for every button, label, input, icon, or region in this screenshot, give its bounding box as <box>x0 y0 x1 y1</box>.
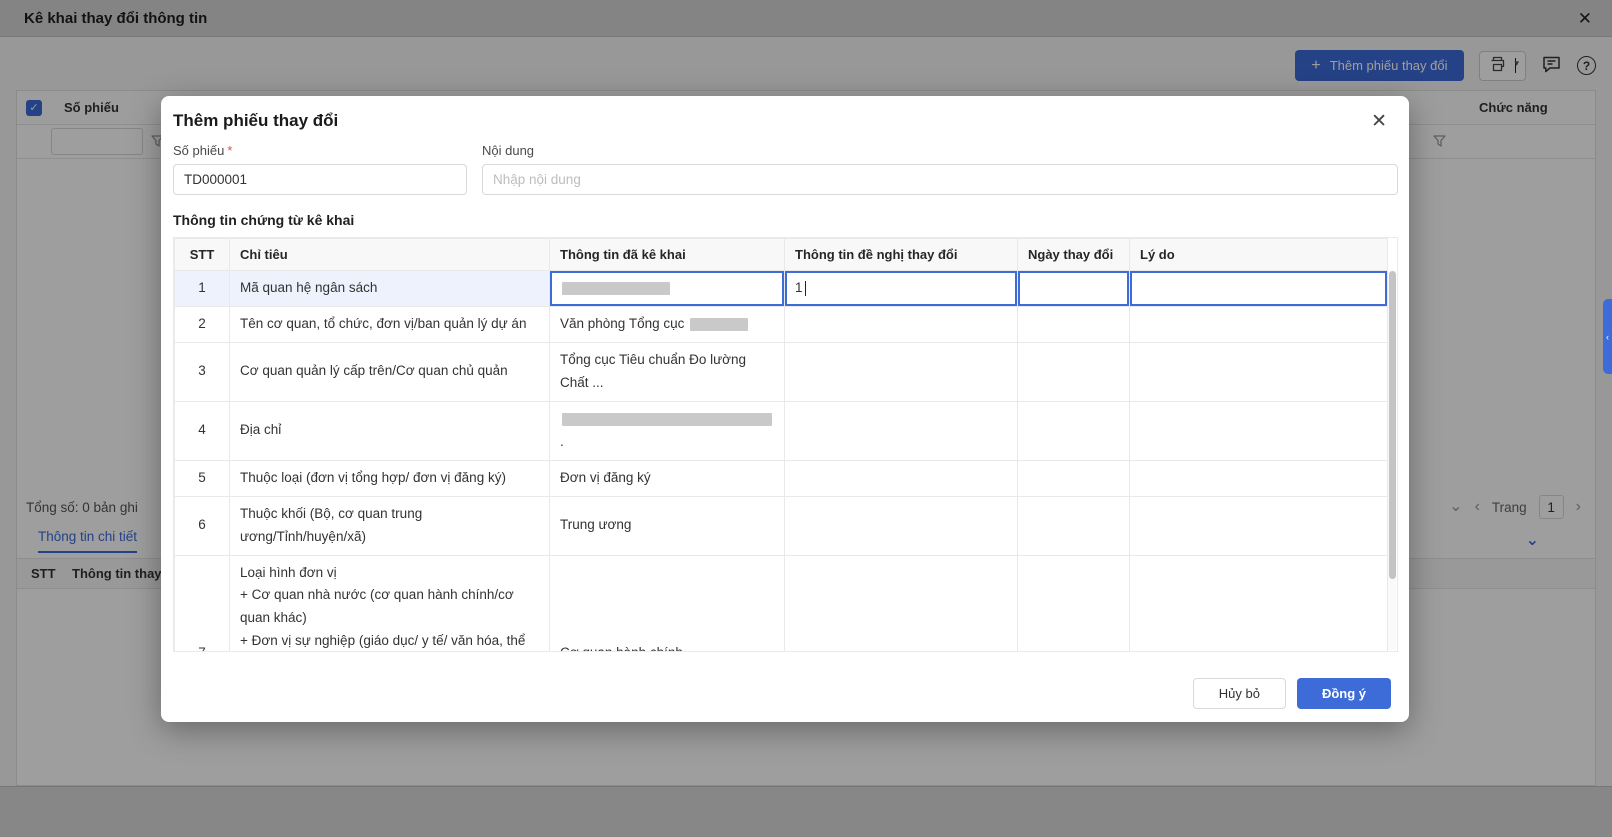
cell-declared: . <box>550 401 785 460</box>
text-caret <box>805 281 807 296</box>
row-stt: 6 <box>175 496 230 555</box>
cell-change-date[interactable] <box>1018 496 1130 555</box>
cell-declared[interactable] <box>550 271 785 307</box>
row-criterion: Địa chỉ <box>230 401 550 460</box>
declaration-row: 7Loại hình đơn vị + Cơ quan nhà nước (cơ… <box>175 555 1388 652</box>
cell-proposed[interactable] <box>785 496 1018 555</box>
cell-reason[interactable] <box>1130 401 1388 460</box>
declaration-row: 2Tên cơ quan, tổ chức, đơn vị/ban quản l… <box>175 307 1388 343</box>
row-stt: 1 <box>175 271 230 307</box>
section-title: Thông tin chứng từ kê khai <box>161 195 1409 237</box>
cell-reason[interactable] <box>1130 555 1388 652</box>
row-stt: 7 <box>175 555 230 652</box>
required-asterisk: * <box>227 143 232 158</box>
declaration-table: STTChỉ tiêuThông tin đã kê khaiThông tin… <box>174 238 1388 652</box>
so-phieu-label: Số phiếu* <box>173 143 467 158</box>
noi-dung-input[interactable] <box>482 164 1398 195</box>
ok-button[interactable]: Đồng ý <box>1297 678 1391 709</box>
declaration-row: 1Mã quan hệ ngân sách1 <box>175 271 1388 307</box>
declared-text: Trung ương <box>560 517 631 532</box>
change-date-input[interactable] <box>1018 271 1129 306</box>
declared-text: Cơ quan hành chính <box>560 645 683 652</box>
cell-reason[interactable] <box>1130 342 1388 401</box>
cell-declared: Trung ương <box>550 496 785 555</box>
redacted-text <box>562 282 670 295</box>
cancel-button[interactable]: Hủy bỏ <box>1193 678 1286 709</box>
add-change-form-modal: Thêm phiếu thay đổi ✕ Số phiếu* Nội dung… <box>161 96 1409 722</box>
modal-fields: Số phiếu* Nội dung <box>161 131 1409 195</box>
declaration-col-header: Chỉ tiêu <box>230 239 550 271</box>
cell-declared: Văn phòng Tổng cục <box>550 307 785 343</box>
cell-change-date[interactable] <box>1018 460 1130 496</box>
modal-header: Thêm phiếu thay đổi ✕ <box>161 96 1409 131</box>
declaration-col-header: Ngày thay đổi <box>1018 239 1130 271</box>
cell-proposed[interactable] <box>785 401 1018 460</box>
modal-title: Thêm phiếu thay đổi <box>173 111 338 131</box>
declared-text: . <box>560 434 564 449</box>
proposed-input[interactable]: 1 <box>785 271 1017 306</box>
table-scrollbar[interactable] <box>1388 271 1396 650</box>
declared-text: Văn phòng Tổng cục <box>560 316 688 331</box>
so-phieu-input[interactable] <box>173 164 467 195</box>
row-criterion: Cơ quan quản lý cấp trên/Cơ quan chủ quả… <box>230 342 550 401</box>
scrollbar-thumb[interactable] <box>1389 271 1396 579</box>
app-viewport: Kê khai thay đổi thông tin ✕ + Thêm phiế… <box>0 0 1612 837</box>
row-criterion: Thuộc khối (Bộ, cơ quan trung ương/Tỉnh/… <box>230 496 550 555</box>
noi-dung-field: Nội dung <box>482 143 1398 195</box>
cell-proposed[interactable] <box>785 342 1018 401</box>
row-criterion: Loại hình đơn vị + Cơ quan nhà nước (cơ … <box>230 555 550 652</box>
cell-change-date[interactable] <box>1018 401 1130 460</box>
cell-change-date[interactable] <box>1018 342 1130 401</box>
declaration-row: 5Thuộc loại (đơn vị tổng hợp/ đơn vị đăn… <box>175 460 1388 496</box>
cell-reason[interactable] <box>1130 496 1388 555</box>
cell-proposed[interactable] <box>785 307 1018 343</box>
row-stt: 4 <box>175 401 230 460</box>
row-criterion: Thuộc loại (đơn vị tổng hợp/ đơn vị đăng… <box>230 460 550 496</box>
cell-proposed[interactable] <box>785 555 1018 652</box>
redacted-text <box>690 318 748 331</box>
row-criterion: Tên cơ quan, tổ chức, đơn vị/ban quản lý… <box>230 307 550 343</box>
row-stt: 3 <box>175 342 230 401</box>
collapse-panel-handle[interactable]: ‹ <box>1603 299 1612 374</box>
cell-change-date[interactable] <box>1018 307 1130 343</box>
cell-declared: Đơn vị đăng ký <box>550 460 785 496</box>
declaration-table-wrap: STTChỉ tiêuThông tin đã kê khaiThông tin… <box>173 237 1398 652</box>
proposed-value: 1 <box>795 277 803 300</box>
reason-input[interactable] <box>1130 271 1387 306</box>
cell-reason[interactable] <box>1130 460 1388 496</box>
row-criterion: Mã quan hệ ngân sách <box>230 271 550 307</box>
cell-reason[interactable] <box>1130 307 1388 343</box>
redacted-text <box>562 413 772 426</box>
declaration-col-header: Thông tin đã kê khai <box>550 239 785 271</box>
cell-proposed[interactable] <box>785 460 1018 496</box>
cell-change-date[interactable] <box>1018 555 1130 652</box>
declaration-col-header: Thông tin đề nghị thay đổi <box>785 239 1018 271</box>
declared-text: Đơn vị đăng ký <box>560 470 651 485</box>
declared-input[interactable] <box>550 271 784 306</box>
declaration-row: 3Cơ quan quản lý cấp trên/Cơ quan chủ qu… <box>175 342 1388 401</box>
modal-footer: Hủy bỏ Đồng ý <box>161 652 1409 709</box>
declaration-col-header: STT <box>175 239 230 271</box>
cell-change-date[interactable] <box>1018 271 1130 307</box>
noi-dung-label: Nội dung <box>482 143 1398 158</box>
declaration-row: 6Thuộc khối (Bộ, cơ quan trung ương/Tỉnh… <box>175 496 1388 555</box>
declaration-col-header: Lý do <box>1130 239 1388 271</box>
cell-proposed[interactable]: 1 <box>785 271 1018 307</box>
declared-text: Tổng cục Tiêu chuẩn Đo lường Chất ... <box>560 352 746 390</box>
modal-close-icon[interactable]: ✕ <box>1371 112 1387 131</box>
cell-declared: Tổng cục Tiêu chuẩn Đo lường Chất ... <box>550 342 785 401</box>
cell-declared: Cơ quan hành chính <box>550 555 785 652</box>
declaration-table-header-row: STTChỉ tiêuThông tin đã kê khaiThông tin… <box>175 239 1388 271</box>
cell-reason[interactable] <box>1130 271 1388 307</box>
so-phieu-field: Số phiếu* <box>173 143 467 195</box>
row-stt: 5 <box>175 460 230 496</box>
row-stt: 2 <box>175 307 230 343</box>
declaration-row: 4Địa chỉ. <box>175 401 1388 460</box>
